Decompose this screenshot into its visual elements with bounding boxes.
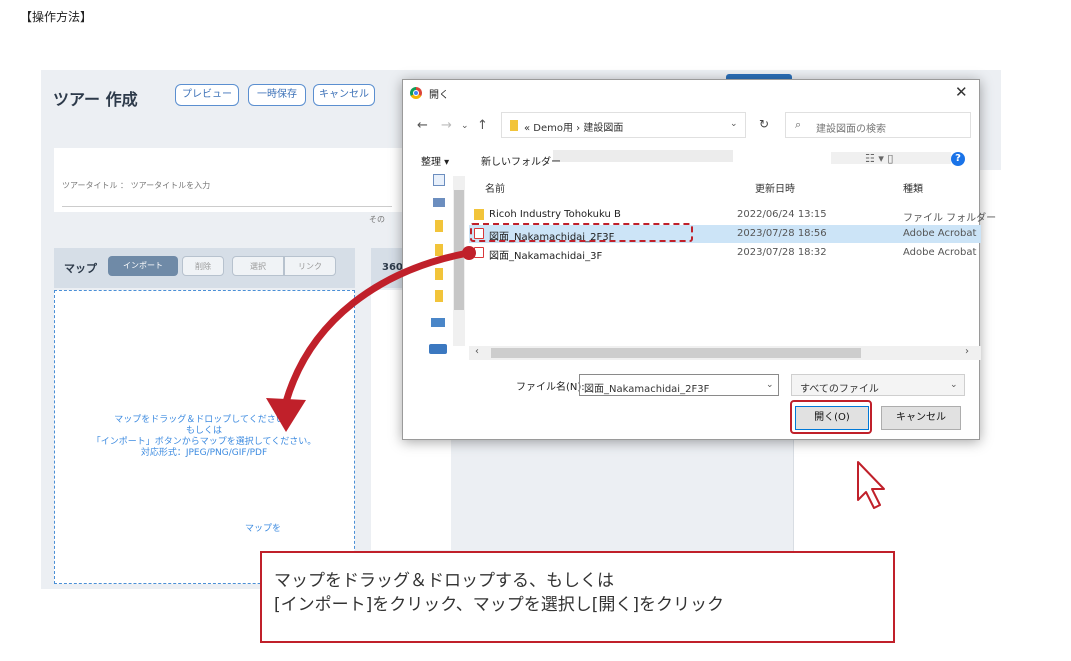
file-name: Ricoh Industry Tohokuku B: [489, 209, 621, 220]
up-icon[interactable]: ↑: [477, 118, 488, 133]
file-type: Adobe Acrobat: [903, 247, 977, 258]
blurred-area: [553, 150, 733, 162]
scroll-right-icon[interactable]: ›: [965, 346, 969, 357]
tour-title-label[interactable]: ツアータイトル ： ツアータイトルを入力: [62, 180, 210, 191]
document-icon[interactable]: [433, 174, 445, 186]
folder-icon: [474, 209, 484, 220]
file-date: 2022/06/24 13:15: [737, 209, 827, 220]
folder-icon[interactable]: [435, 244, 443, 256]
instruction-heading: 【操作方法】: [20, 10, 93, 24]
folder-icon: [510, 120, 518, 131]
instruction-callout: マップをドラッグ＆ドロップする、もしくは [インポート]をクリック、マップを選択…: [260, 551, 895, 643]
link-button[interactable]: リンク: [284, 256, 336, 276]
folder-icon[interactable]: [435, 220, 443, 232]
folder-icon[interactable]: [435, 268, 443, 280]
pc-icon[interactable]: [431, 318, 445, 327]
file-row[interactable]: 図面_Nakamachidai_3F 2023/07/28 18:32 Adob…: [469, 244, 981, 262]
import-button[interactable]: インポート: [108, 256, 178, 276]
new-folder-button[interactable]: 新しいフォルダー: [481, 153, 561, 168]
drop-line: マップをドラッグ＆ドロップしてください。: [114, 415, 294, 425]
search-input[interactable]: ⌕ 建設図面の検索: [785, 112, 971, 138]
callout-line: マップをドラッグ＆ドロップする、もしくは: [274, 571, 614, 591]
folder-icon[interactable]: [435, 290, 443, 302]
recent-dropdown-icon[interactable]: ⌄: [461, 121, 469, 131]
file-highlight: [470, 223, 693, 242]
drag-start-dot: [462, 246, 476, 260]
file-name-label: ファイル名(N):: [516, 382, 585, 393]
preview-button[interactable]: プレビュー: [175, 84, 239, 106]
file-type: Adobe Acrobat: [903, 228, 977, 239]
file-name: 図面_Nakamachidai_3F: [489, 251, 603, 262]
open-file-dialog: 開く ✕ ← → ⌄ ↑ « Demo用 › 建設図面 ⌄ ↻ ⌕ 建設図面の検…: [402, 79, 996, 440]
cancel-button[interactable]: キャンセル: [313, 84, 375, 106]
drop-line: もしくは: [185, 426, 222, 436]
dialog-titlebar: 開く ✕: [403, 80, 979, 106]
dialog-title: 開く: [429, 90, 449, 101]
desktop-icon[interactable]: [433, 198, 445, 207]
tour-title-row: ツアータイトル ： ツアータイトルを入力: [54, 148, 404, 212]
back-icon[interactable]: ←: [417, 118, 428, 133]
drop-line: 「インポート」ボタンからマップを選択してください。: [91, 437, 317, 447]
horizontal-scrollbar[interactable]: ‹ ›: [469, 346, 981, 360]
map-label: マップ: [64, 262, 97, 275]
file-type-select[interactable]: すべてのファイル ⌄: [791, 374, 965, 396]
nav-scrollbar[interactable]: [453, 176, 465, 346]
callout-line: [インポート]をクリック、マップを選択し[開く]をクリック: [274, 595, 724, 615]
temp-save-button[interactable]: 一時保存: [248, 84, 306, 106]
map-drop-zone[interactable]: マップをドラッグ＆ドロップしてください。 もしくは 「インポート」ボタンからマッ…: [54, 290, 355, 584]
file-type-value: すべてのファイル: [800, 384, 879, 395]
address-bar[interactable]: « Demo用 › 建設図面 ⌄: [501, 112, 746, 138]
dialog-toolbar: 整理 ▾ 新しいフォルダー ☷ ▾ ▯ ?: [403, 146, 979, 172]
page-title: ツアー 作成: [53, 90, 138, 109]
view-options-icon[interactable]: ☷ ▾ ▯: [865, 152, 893, 165]
chrome-icon: [410, 87, 422, 99]
file-type: ファイル フォルダー: [903, 213, 997, 224]
file-date: 2023/07/28 18:32: [737, 247, 827, 258]
file-date: 2023/07/28 18:56: [737, 228, 827, 239]
chevron-down-icon[interactable]: ⌄: [730, 119, 738, 129]
file-name-value: 図面_Nakamachidai_2F3F: [584, 384, 710, 395]
column-header-date[interactable]: 更新日時: [755, 180, 795, 195]
chevron-down-icon[interactable]: ⌄: [950, 380, 958, 390]
divider: [62, 206, 392, 207]
scroll-left-icon[interactable]: ‹: [475, 346, 479, 357]
search-icon: ⌕: [795, 118, 802, 131]
scrollbar-thumb[interactable]: [491, 348, 861, 358]
dialog-cancel-button[interactable]: キャンセル: [881, 406, 961, 430]
select-button[interactable]: 選択: [232, 256, 284, 276]
breadcrumb[interactable]: « Demo用 › 建設図面: [524, 119, 623, 134]
panel-360-label: 360: [382, 262, 403, 273]
map-header: マップ インポート 削除 選択 リンク: [54, 248, 355, 288]
drop-line: 対応形式：JPEG/PNG/GIF/PDF: [140, 448, 268, 458]
help-icon[interactable]: ?: [951, 152, 965, 166]
close-icon[interactable]: ✕: [955, 83, 968, 101]
organize-menu[interactable]: 整理 ▾: [421, 153, 449, 168]
forward-icon[interactable]: →: [441, 118, 452, 133]
delete-button[interactable]: 削除: [182, 256, 224, 276]
search-placeholder: 建設図面の検索: [816, 124, 886, 135]
network-icon[interactable]: [429, 344, 447, 354]
column-header-type[interactable]: 種類: [903, 180, 923, 195]
open-button-highlight: [790, 400, 872, 434]
drop-instructions: マップをドラッグ＆ドロップしてください。 もしくは 「インポート」ボタンからマッ…: [55, 415, 353, 459]
file-name-input[interactable]: 図面_Nakamachidai_2F3F ⌄: [579, 374, 779, 396]
file-row[interactable]: Ricoh Industry Tohokuku B 2022/06/24 13:…: [469, 206, 996, 224]
chevron-down-icon[interactable]: ⌄: [766, 380, 774, 390]
column-header-name[interactable]: 名前: [485, 180, 505, 195]
refresh-icon[interactable]: ↻: [759, 117, 769, 131]
drop-tail-text: マップを: [245, 524, 282, 534]
other-label: その: [369, 215, 385, 224]
